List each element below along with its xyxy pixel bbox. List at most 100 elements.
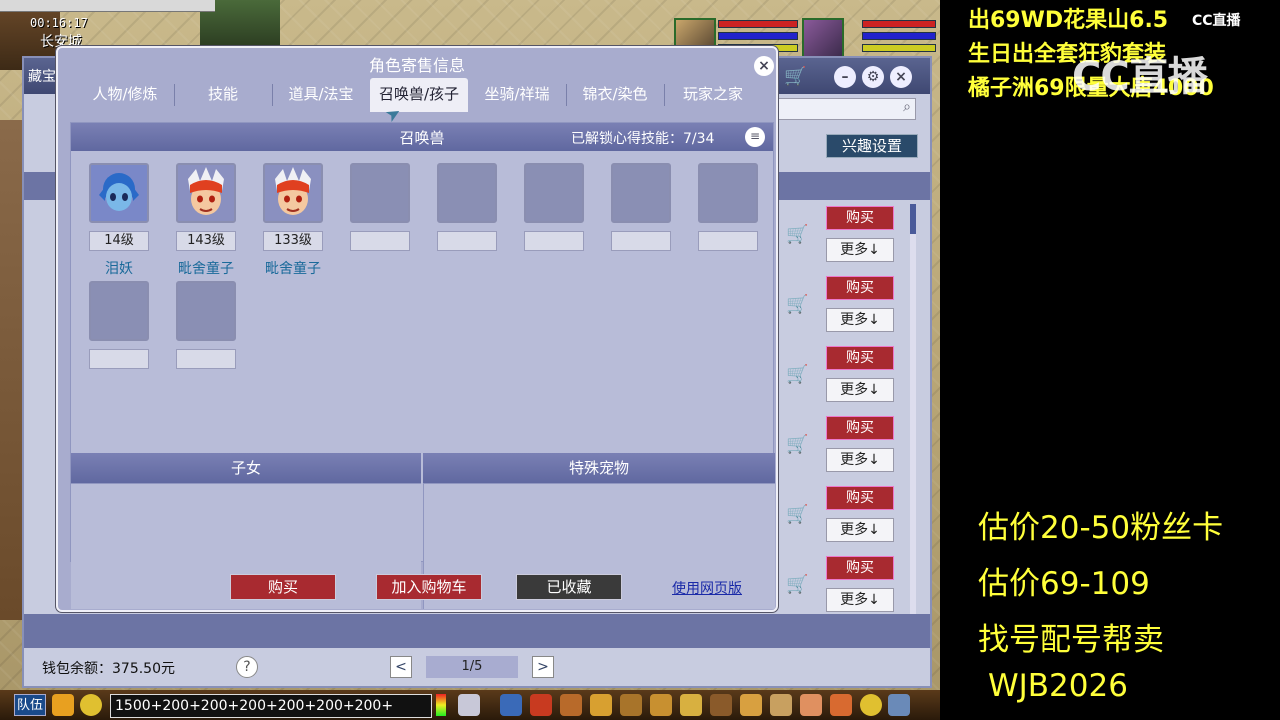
dialog-close-icon[interactable]: ×: [754, 56, 774, 76]
special-pets-header: 特殊宠物: [423, 453, 775, 483]
tear-demon-portrait: [91, 165, 147, 221]
use-web-version-link[interactable]: 使用网页版: [672, 578, 742, 598]
shop-icon[interactable]: [830, 694, 852, 716]
window-titlebar: [0, 0, 215, 12]
cart-icon[interactable]: 🛒: [786, 224, 810, 248]
scenery: [0, 120, 22, 620]
help-icon[interactable]: ?: [236, 656, 258, 678]
friends-icon[interactable]: [680, 694, 702, 716]
list-buy-button[interactable]: 购买: [826, 206, 894, 230]
shop-footer: [24, 614, 930, 648]
buy-button[interactable]: 购买: [230, 574, 336, 600]
pet-slot[interactable]: [176, 163, 236, 223]
list-buy-button[interactable]: 购买: [826, 486, 894, 510]
house-icon[interactable]: [710, 694, 732, 716]
minimize-icon[interactable]: –: [834, 66, 856, 88]
pets-panel: 召唤兽 已解锁心得技能：7/34 ≡ 14级 泪妖 143级 毗舍童子 133级…: [70, 122, 775, 609]
list-scrollbar[interactable]: [910, 204, 916, 614]
guild-icon[interactable]: [620, 694, 642, 716]
empty-level-box: [611, 231, 671, 251]
cart-icon[interactable]: 🛒: [786, 364, 810, 388]
overlay-line: 出69WD花果山6.5: [968, 8, 1169, 33]
cart-icon[interactable]: 🛒: [786, 294, 810, 318]
list-buy-button[interactable]: 购买: [826, 346, 894, 370]
microphone-icon[interactable]: [52, 694, 74, 716]
gear-icon[interactable]: ⚙: [862, 66, 884, 88]
player-mp-bar: [862, 32, 936, 40]
list-more-button[interactable]: 更多↓: [826, 518, 894, 542]
pet-name[interactable]: 毗舍童子: [161, 258, 251, 278]
scroll-icon[interactable]: [770, 694, 792, 716]
tab-bar: 人物/修炼 技能 道具/法宝 召唤兽/孩子 坐骑/祥瑞 锦衣/染色 玩家之家: [76, 78, 766, 112]
panel-header: 召唤兽 已解锁心得技能：7/34 ≡: [71, 123, 773, 151]
list-more-button[interactable]: 更多↓: [826, 238, 894, 262]
emoji-icon[interactable]: [860, 694, 882, 716]
peach-icon[interactable]: [800, 694, 822, 716]
empty-pet-slot[interactable]: [350, 163, 410, 223]
tab-outfits[interactable]: 锦衣/染色: [566, 78, 664, 112]
pet-level: 133级: [263, 231, 323, 251]
item-icon[interactable]: [530, 694, 552, 716]
interest-settings-button[interactable]: 兴趣设置: [826, 134, 918, 158]
list-buy-button[interactable]: 购买: [826, 556, 894, 580]
pet-mp-bar: [718, 32, 798, 40]
tab-mounts[interactable]: 坐骑/祥瑞: [468, 78, 566, 112]
pet-name[interactable]: 毗舍童子: [248, 258, 338, 278]
cart-icon[interactable]: 🛒: [786, 434, 810, 458]
pet-name[interactable]: 泪妖: [74, 258, 164, 278]
wallet-balance: 钱包余额：375.50元: [42, 661, 175, 677]
cart-icon[interactable]: 🛒: [784, 66, 806, 87]
next-page-button[interactable]: >: [532, 656, 554, 678]
empty-level-box: [350, 231, 410, 251]
overlay-line: 估价20-50粉丝卡: [978, 510, 1224, 546]
list-buy-button[interactable]: 购买: [826, 276, 894, 300]
empty-pet-slot[interactable]: [437, 163, 497, 223]
tab-character[interactable]: 人物/修炼: [76, 78, 174, 112]
empty-pet-slot[interactable]: [176, 281, 236, 341]
list-more-button[interactable]: 更多↓: [826, 378, 894, 402]
system-icon[interactable]: [888, 694, 910, 716]
unlocked-skills-count: 已解锁心得技能：7/34: [571, 131, 715, 147]
screen: 00:16:17 长安城 藏宝 – ⚙ × 🛒 ⌕ 兴趣设置 🛒 购买 更多↓ …: [0, 0, 1280, 720]
empty-pet-slot[interactable]: [698, 163, 758, 223]
pet-slot[interactable]: [89, 163, 149, 223]
pet-icon[interactable]: [458, 694, 480, 716]
gift-icon[interactable]: [560, 694, 582, 716]
scrollbar-thumb[interactable]: [910, 204, 916, 234]
list-more-button[interactable]: 更多↓: [826, 308, 894, 332]
quest-icon[interactable]: [650, 694, 672, 716]
menu-icon[interactable]: ≡: [745, 127, 765, 147]
pet-slot[interactable]: [263, 163, 323, 223]
empty-pet-slot[interactable]: [89, 281, 149, 341]
player-anger-bar: [862, 44, 936, 52]
game-clock: 00:16:17: [30, 16, 88, 30]
tab-skills[interactable]: 技能: [174, 78, 272, 112]
pishe-child-portrait: [178, 165, 234, 221]
cart-icon[interactable]: 🛒: [786, 574, 810, 598]
close-icon[interactable]: ×: [890, 66, 912, 88]
bell-icon[interactable]: [740, 694, 762, 716]
prev-page-button[interactable]: <: [390, 656, 412, 678]
chat-input[interactable]: 1500+200+200+200+200+200+200+: [110, 694, 432, 718]
chat-bubble-icon[interactable]: [80, 694, 102, 716]
empty-pet-slot[interactable]: [611, 163, 671, 223]
cart-icon[interactable]: 🛒: [786, 504, 810, 528]
empty-level-box: [437, 231, 497, 251]
list-buy-button[interactable]: 购买: [826, 416, 894, 440]
cc-live-logo: CC直播: [1192, 13, 1241, 29]
empty-pet-slot[interactable]: [524, 163, 584, 223]
tab-home[interactable]: 玩家之家: [664, 78, 762, 112]
player-portrait[interactable]: [802, 18, 844, 60]
attack-icon[interactable]: [500, 694, 522, 716]
list-more-button[interactable]: 更多↓: [826, 448, 894, 472]
search-icon[interactable]: ⌕: [903, 99, 911, 115]
team-icon[interactable]: [590, 694, 612, 716]
children-header: 子女: [71, 453, 421, 483]
tab-items[interactable]: 道具/法宝: [272, 78, 370, 112]
stream-overlay: 出69WD花果山6.5 生日出全套狂豹套装 橘子洲69限量大唐4000 CC直播…: [940, 0, 1280, 720]
favorited-button[interactable]: 已收藏: [516, 574, 622, 600]
team-button[interactable]: 队伍: [14, 694, 46, 716]
list-more-button[interactable]: 更多↓: [826, 588, 894, 612]
add-to-cart-button[interactable]: 加入购物车: [376, 574, 482, 600]
empty-level-box: [524, 231, 584, 251]
